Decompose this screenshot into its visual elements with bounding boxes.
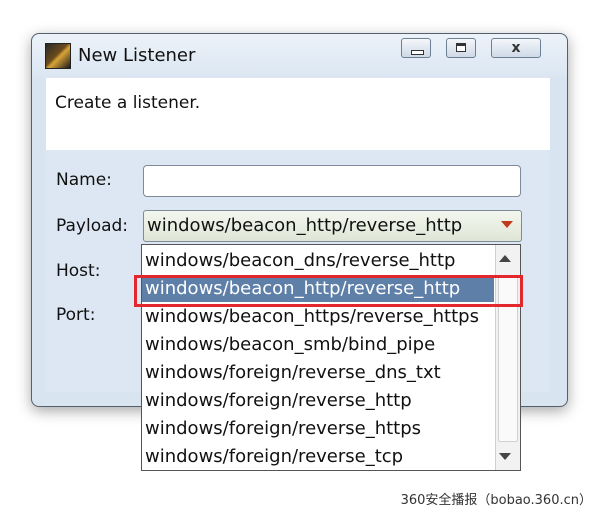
payload-label: Payload: <box>56 216 129 236</box>
scroll-down-arrow-icon[interactable] <box>499 453 511 460</box>
description-text: Create a listener. <box>55 93 201 113</box>
dropdown-option[interactable]: windows/foreign/reverse_https <box>142 415 494 442</box>
title-bar[interactable]: New Listener x <box>32 34 567 78</box>
maximize-icon <box>456 43 466 52</box>
scroll-up-arrow-icon[interactable] <box>499 255 511 262</box>
payload-select[interactable]: windows/beacon_http/reverse_http <box>143 210 522 242</box>
minimize-button[interactable] <box>401 38 431 58</box>
minimize-icon <box>411 50 424 55</box>
dropdown-option[interactable]: windows/beacon_https/reverse_https <box>142 303 494 330</box>
port-label: Port: <box>56 305 96 325</box>
red-highlight-annotation <box>134 275 523 307</box>
dropdown-option[interactable]: windows/foreign/reverse_tcp <box>142 443 494 470</box>
dropdown-option[interactable]: windows/foreign/reverse_http <box>142 387 494 414</box>
window-title: New Listener <box>78 45 196 66</box>
chevron-down-icon[interactable] <box>501 221 513 228</box>
dropdown-option[interactable]: windows/foreign/reverse_dns_txt <box>142 359 494 386</box>
host-label: Host: <box>56 261 101 281</box>
name-label: Name: <box>56 170 112 190</box>
close-button[interactable]: x <box>491 38 541 58</box>
close-icon: x <box>511 40 521 56</box>
watermark-text: 360安全播报（bobao.360.cn） <box>400 493 592 508</box>
description-panel: Create a listener. <box>46 78 550 150</box>
payload-select-value: windows/beacon_http/reverse_http <box>147 215 463 236</box>
dropdown-option[interactable]: windows/beacon_dns/reverse_http <box>142 247 494 274</box>
maximize-button[interactable] <box>446 38 476 58</box>
name-input[interactable] <box>143 165 521 197</box>
app-icon <box>45 43 71 69</box>
dropdown-option[interactable]: windows/beacon_smb/bind_pipe <box>142 331 494 358</box>
